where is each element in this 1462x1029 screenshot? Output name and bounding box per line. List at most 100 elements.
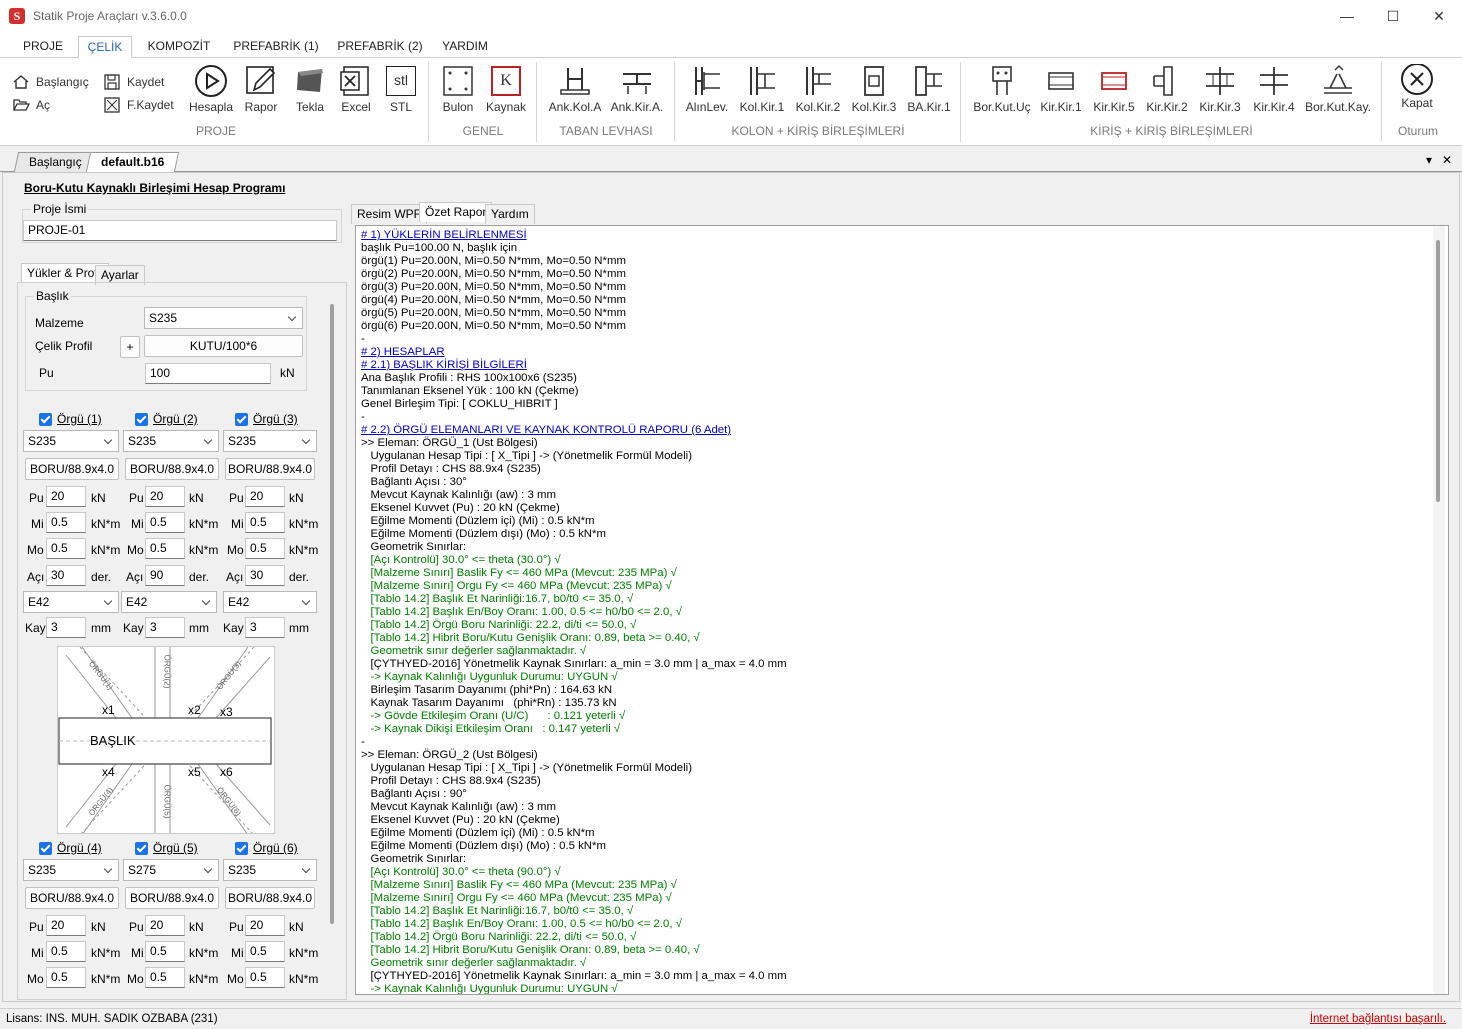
orgu-4-profile-button[interactable]: BORU/88.9x4.0	[25, 887, 119, 909]
connection-status[interactable]: İnternet bağlantısı başarılı.	[1310, 1013, 1446, 1025]
rapor-button[interactable]: Rapor	[240, 62, 282, 114]
orgu-3-electrode-select[interactable]: E42	[223, 591, 317, 613]
report-scrollbar[interactable]	[1433, 226, 1445, 994]
orgu-6-material-select[interactable]: S235	[223, 859, 317, 881]
excel-button[interactable]: Excel	[335, 62, 377, 114]
tab-ozet-rapor[interactable]: Özet Rapor	[419, 202, 493, 222]
orgu-3-mo-input[interactable]: 0.5	[245, 538, 285, 559]
orgu-1-profile-button[interactable]: BORU/88.9x4.0	[25, 458, 119, 480]
bor-kut-kay-button[interactable]: Bor.Kut.Kay.	[1303, 62, 1373, 114]
minimize-button[interactable]: —	[1324, 0, 1370, 32]
orgu-6-profile-button[interactable]: BORU/88.9x4.0	[225, 887, 315, 909]
orgu-5-material-select[interactable]: S275	[123, 859, 219, 881]
fkaydet-button[interactable]: F.Kaydet	[103, 96, 174, 114]
orgu-1-checkbox[interactable]	[39, 413, 52, 426]
orgu-2-kay-input[interactable]: 3	[145, 617, 185, 638]
orgu-4-pu-input[interactable]: 20	[46, 915, 86, 936]
tab-resim-wpf[interactable]: Resim WPF	[351, 204, 427, 224]
left-panel-scroll-thumb[interactable]	[330, 304, 334, 924]
add-profil-button[interactable]: +	[120, 336, 140, 358]
kir-kir-3-label: Kir.Kir.3	[1199, 100, 1241, 114]
orgu-5-profile-button[interactable]: BORU/88.9x4.0	[125, 887, 219, 909]
tab-yardim[interactable]: YARDIM	[436, 36, 494, 58]
orgu-3-material-select[interactable]: S235	[223, 430, 317, 452]
orgu-6-mi-input[interactable]: 0.5	[245, 941, 285, 962]
kol-kir-3-button[interactable]: Kol.Kir.3	[850, 62, 898, 114]
kol-kir-1-button[interactable]: Kol.Kir.1	[738, 62, 786, 114]
orgu-2-electrode-select[interactable]: E42	[121, 591, 217, 613]
tab-yardim-report[interactable]: Yardım	[485, 204, 535, 224]
orgu-4-material-select[interactable]: S235	[23, 859, 119, 881]
orgu-3-pu-input[interactable]: 20	[245, 486, 285, 507]
orgu-3-profile-button[interactable]: BORU/88.9x4.0	[225, 458, 315, 480]
orgu-2-mo-input[interactable]: 0.5	[145, 538, 185, 559]
kir-kir-5-button[interactable]: Kir.Kir.5	[1090, 62, 1138, 114]
orgu-1-mi-input[interactable]: 0.5	[46, 512, 86, 533]
baslik-malzeme-select[interactable]: S235	[144, 307, 303, 329]
report-textbox[interactable]: # 1) YÜKLERİN BELİRLENMESİ başlık Pu=100.…	[355, 225, 1449, 995]
orgu-2-mi-input[interactable]: 0.5	[145, 512, 185, 533]
kaynak-button[interactable]: K Kaynak	[484, 62, 528, 114]
orgu-6-checkbox[interactable]	[235, 842, 248, 855]
ank-kol-a-button[interactable]: Ank.Kol.A	[545, 62, 605, 114]
tekla-button[interactable]: Tekla	[289, 62, 331, 114]
orgu-2-profile-button[interactable]: BORU/88.9x4.0	[125, 458, 219, 480]
kaydet-button[interactable]: Kaydet	[103, 73, 164, 91]
bor-kut-uc-button[interactable]: Bor.Kut.Uç	[970, 62, 1034, 114]
ac-button[interactable]: Aç	[12, 96, 50, 114]
doc-tab-default[interactable]: default.b16	[85, 152, 180, 172]
baslik-profil-button[interactable]: KUTU/100*6	[144, 335, 303, 357]
orgu-5-mo-input[interactable]: 0.5	[145, 967, 185, 988]
orgu-3-kay-input[interactable]: 3	[245, 617, 285, 638]
tab-proje[interactable]: PROJE	[20, 36, 66, 58]
kir-kir-1-button[interactable]: Kir.Kir.1	[1038, 62, 1084, 114]
doc-close-icon[interactable]: ✕	[1442, 153, 1452, 167]
baslik-pu-input[interactable]: 100	[145, 363, 271, 384]
kapat-button[interactable]: Kapat	[1394, 62, 1440, 110]
orgu-6-mo-input[interactable]: 0.5	[245, 967, 285, 988]
orgu-4-mo-input[interactable]: 0.5	[46, 967, 86, 988]
orgu-4-checkbox[interactable]	[39, 842, 52, 855]
close-window-button[interactable]: ✕	[1416, 0, 1462, 32]
kir-kir-2-button[interactable]: Kir.Kir.2	[1143, 62, 1191, 114]
orgu-5-pu-input[interactable]: 20	[145, 915, 185, 936]
ba-kir-1-button[interactable]: BA.Kir.1	[906, 62, 952, 114]
orgu-3-mi-input[interactable]: 0.5	[245, 512, 285, 533]
baslangic-button[interactable]: Başlangıç	[12, 73, 89, 91]
kir-kir-3-button[interactable]: Kir.Kir.3	[1196, 62, 1244, 114]
kir-kir-4-button[interactable]: Kir.Kir.4	[1250, 62, 1298, 114]
orgu-6-pu-input[interactable]: 20	[245, 915, 285, 936]
orgu-1-pu-input[interactable]: 20	[46, 486, 86, 507]
report-scroll-thumb[interactable]	[1436, 240, 1440, 502]
orgu-2-aci-input[interactable]: 90	[145, 565, 185, 586]
orgu-3-aci-input[interactable]: 30	[245, 565, 285, 586]
stl-button[interactable]: stl STL	[380, 62, 422, 114]
hesapla-button[interactable]: Hesapla	[187, 62, 235, 114]
tab-kompozit[interactable]: KOMPOZİT	[142, 36, 216, 58]
orgu-1-kay-input[interactable]: 3	[46, 617, 86, 638]
orgu-5-mi-input[interactable]: 0.5	[145, 941, 185, 962]
doc-tab-baslangic[interactable]: Başlangıç	[13, 152, 97, 172]
doc-dropdown-icon[interactable]: ▾	[1426, 153, 1432, 167]
alinlev-button[interactable]: AlınLev.	[684, 62, 730, 114]
orgu-5-checkbox[interactable]	[135, 842, 148, 855]
orgu-2-pu-input[interactable]: 20	[145, 486, 185, 507]
orgu-3-checkbox[interactable]	[235, 413, 248, 426]
tab-prefabrik-1[interactable]: PREFABRİK (1)	[228, 36, 324, 58]
orgu-1-aci-input[interactable]: 30	[46, 565, 86, 586]
orgu-1-material-select[interactable]: S235	[23, 430, 119, 452]
orgu-4-mi-input[interactable]: 0.5	[46, 941, 86, 962]
bulon-button[interactable]: Bulon	[437, 62, 479, 114]
orgu-2-material-select[interactable]: S235	[123, 430, 219, 452]
orgu-1-mo-input[interactable]: 0.5	[46, 538, 86, 559]
tab-celik[interactable]: ÇELİK	[78, 36, 132, 58]
tab-prefabrik-2[interactable]: PREFABRİK (2)	[332, 36, 428, 58]
left-panel-scrollbar[interactable]	[327, 286, 339, 998]
ank-kir-a-button[interactable]: Ank.Kir.A.	[609, 62, 665, 114]
report-line: Eğilme Momenti (Düzlem içi) (Mi) : 0.5 k…	[361, 515, 595, 527]
orgu-1-electrode-select[interactable]: E42	[23, 591, 119, 613]
proje-ismi-input[interactable]: PROJE-01	[23, 220, 337, 241]
orgu-2-checkbox[interactable]	[135, 413, 148, 426]
kol-kir-2-button[interactable]: Kol.Kir.2	[794, 62, 842, 114]
maximize-button[interactable]: ☐	[1370, 0, 1416, 32]
